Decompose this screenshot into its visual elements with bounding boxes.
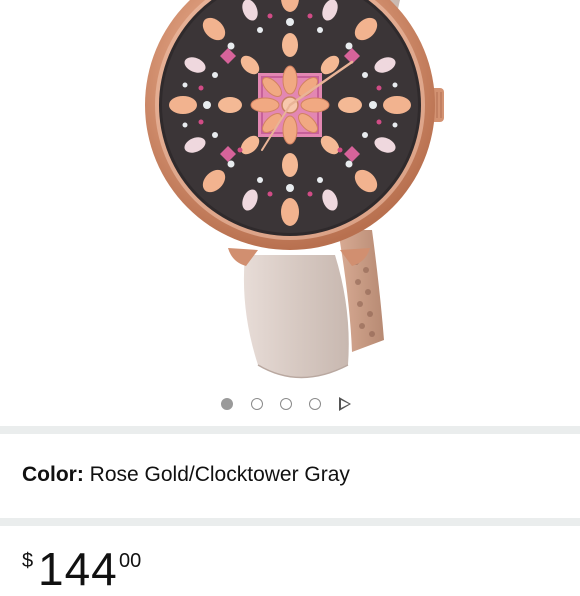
price-currency-symbol: $ — [22, 550, 34, 572]
color-label: Color: — [22, 463, 84, 486]
image-carousel-indicators — [0, 395, 580, 415]
carousel-dot-3[interactable] — [280, 398, 292, 410]
color-value: Rose Gold/Clocktower Gray — [89, 463, 350, 486]
carousel-dot-1[interactable] — [221, 398, 233, 410]
section-divider — [0, 518, 580, 526]
product-image[interactable] — [0, 0, 580, 390]
watch-illustration — [145, 0, 444, 379]
color-selection[interactable]: Color: Rose Gold/Clocktower Gray — [22, 462, 350, 488]
strap-front — [243, 255, 349, 378]
price-fraction: 00 — [119, 550, 142, 572]
section-divider — [0, 426, 580, 434]
price-whole: 144 — [38, 543, 118, 595]
carousel-dot-4[interactable] — [309, 398, 321, 410]
video-play-icon[interactable] — [339, 397, 351, 411]
carousel-dot-2[interactable] — [251, 398, 263, 410]
